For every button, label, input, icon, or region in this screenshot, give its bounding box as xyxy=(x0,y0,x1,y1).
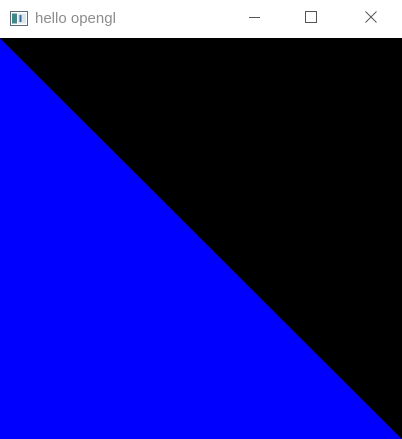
minimize-button[interactable] xyxy=(232,0,278,38)
app-window: hello opengl xyxy=(0,0,402,439)
opengl-viewport[interactable] xyxy=(0,38,402,439)
render-surface xyxy=(0,38,402,439)
close-button[interactable] xyxy=(348,0,394,38)
title-bar[interactable]: hello opengl xyxy=(0,0,402,38)
minimize-icon xyxy=(249,10,261,28)
close-icon xyxy=(365,10,377,28)
app-window-icon xyxy=(10,11,28,26)
maximize-icon xyxy=(305,10,317,28)
window-title: hello opengl xyxy=(35,10,116,27)
maximize-button[interactable] xyxy=(288,0,334,38)
